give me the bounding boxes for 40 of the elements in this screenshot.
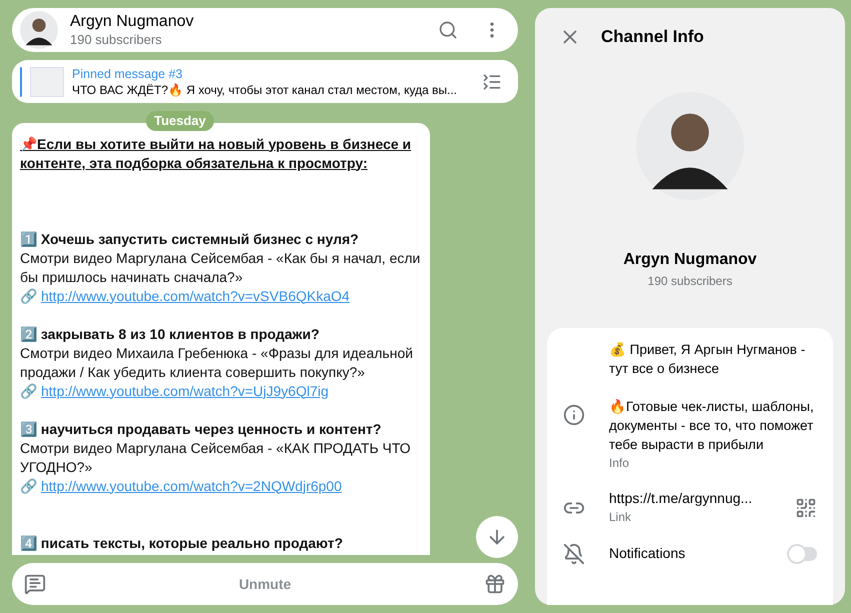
pinned-text: ЧТО ВАС ЖДЁТ?🔥 Я хочу, чтобы этот канал стал местом, куда вы... (72, 82, 458, 98)
channel-description: 🔥Готовые чек-листы, шаблоны, документы - все то, что поможет тебе вырасти в прибыли (609, 398, 814, 454)
panel-title: Channel Info (601, 26, 704, 48)
message-heading: 2⃣ закрывать 8 из 10 клиентов в продажи? (20, 324, 320, 344)
search-icon[interactable] (438, 20, 458, 40)
link-emoji: 🔗 (20, 286, 37, 306)
message-heading: 4⃣ писать тексты, которые реально продают? (20, 534, 344, 552)
pinned-label: Pinned message #3 (72, 66, 184, 82)
gift-icon[interactable] (484, 573, 506, 595)
message-heading: 1⃣ Хочешь запустить системный бизнес с нуля? (20, 230, 360, 248)
message-heading: 3⃣ научиться продавать через ценность и контент? (20, 420, 382, 438)
comments-icon[interactable] (24, 573, 46, 595)
channel-name: Argyn Nugmanov (70, 12, 195, 32)
channel-description: 💰 Привет, Я Аргын Нугманов - тут все о бизнесе (609, 340, 806, 378)
qr-code-icon[interactable] (795, 496, 817, 518)
channel-info-name: Argyn Nugmanov (623, 250, 757, 270)
muted-bell-icon (563, 542, 585, 564)
message-text: Смотри видео Маргулана Сейсембая - «Как бы я начал, если бы пришлось начинать сначала?» (20, 248, 422, 286)
pinned-list-icon[interactable] (482, 72, 502, 92)
info-icon (563, 404, 585, 426)
channel-link[interactable]: https://t.me/argynnug... (609, 488, 771, 508)
subscriber-count: 190 subscribers (70, 32, 163, 48)
link-emoji: 🔗 (20, 476, 37, 496)
link-emoji: 🔗 (20, 382, 37, 400)
channel-avatar (20, 11, 58, 49)
video-link[interactable]: http://www.youtube.com/watch?v=2NQWdjr6p00 (41, 476, 342, 496)
pinned-thumbnail (30, 66, 64, 96)
link-label: Link (609, 508, 632, 526)
scroll-down-button[interactable] (476, 516, 518, 558)
unmute-button[interactable]: Unmute (46, 574, 484, 594)
date-badge: Tuesday (146, 111, 214, 130)
message-text: Смотри видео Михаила Гребенюка - «Фразы для идеальной продажи / Как убедить клиента совершить покупку?» (20, 344, 414, 382)
info-label: Info (609, 454, 630, 472)
video-link[interactable]: http://www.youtube.com/watch?v=UjJ9y6Ql7ig (41, 382, 329, 400)
pinned-message-bar[interactable]: Pinned message #3 ЧТО ВАС ЖДЁТ?🔥 Я хочу, чтобы этот канал стал местом, куда вы... (12, 60, 518, 103)
channel-info-subscribers: 190 subscribers (648, 272, 732, 290)
message-intro: 📌Если вы хотите выйти на новый уровень в бизнесе и контенте, эта подборка обязательна к просмотру: (20, 134, 412, 172)
message-text: Смотри видео Маргулана Сейсембая - «КАК ПРОДАТЬ ЧТО УГОДНО?» (20, 438, 412, 476)
video-link[interactable]: http://www.youtube.com/watch?v=vSVB6QKkaO4 (41, 286, 350, 306)
notifications-label: Notifications (609, 544, 686, 563)
